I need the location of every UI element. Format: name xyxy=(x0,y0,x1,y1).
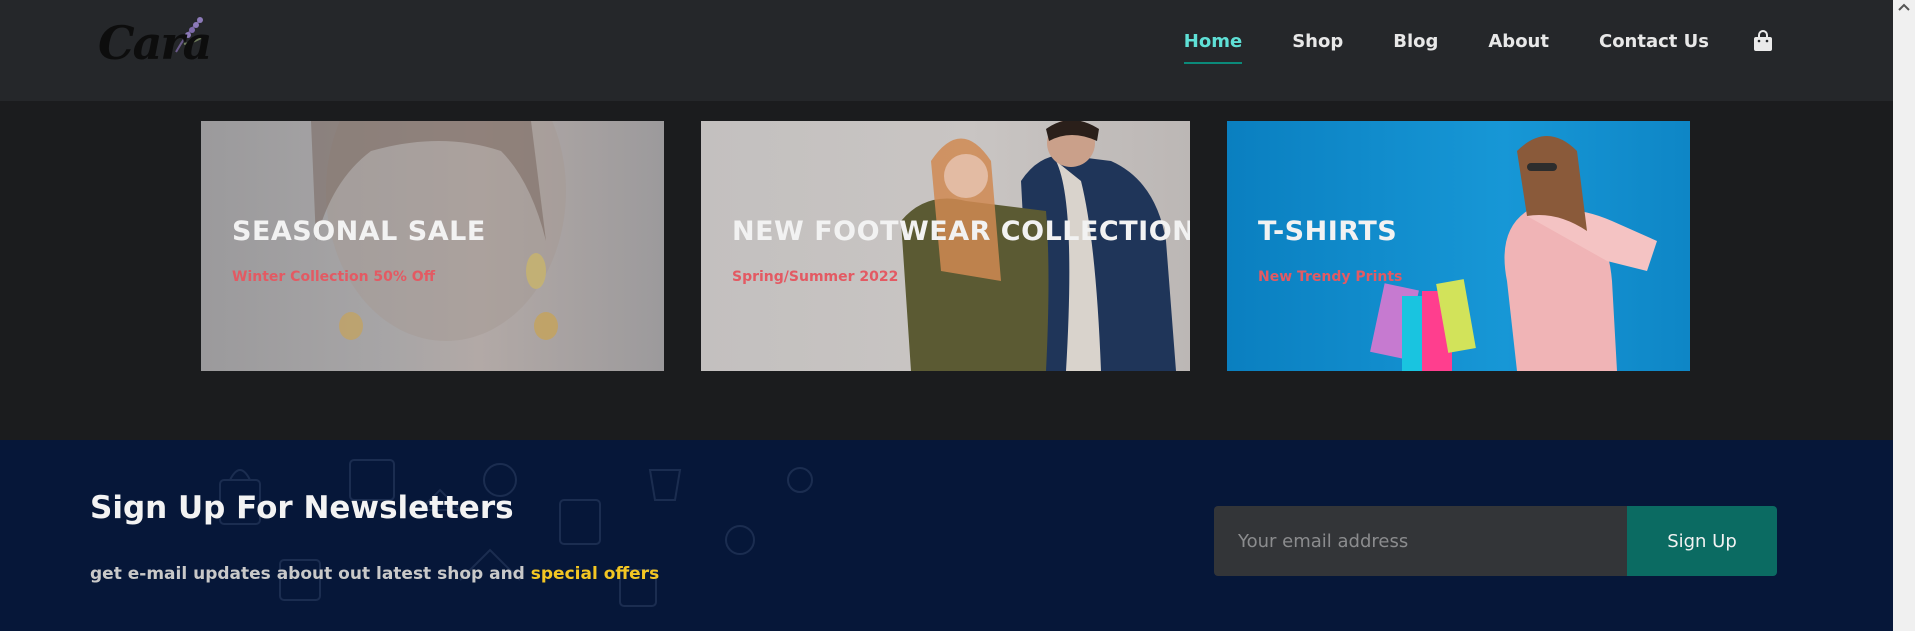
banner-title: SEASONAL SALE xyxy=(232,216,486,247)
logo-text: Cara xyxy=(98,16,212,70)
nav-shop[interactable]: Shop xyxy=(1292,31,1343,52)
newsletter-description: get e-mail updates about out latest shop… xyxy=(90,564,659,584)
banner-subtitle: Winter Collection 50% Off xyxy=(232,269,436,285)
shopping-pattern-background xyxy=(219,459,813,607)
banner-content: SEASONAL SALE Winter Collection 50% Off xyxy=(232,216,486,285)
main-nav: Home Shop Blog About Contact Us xyxy=(1183,30,1773,64)
banner-seasonal-sale[interactable]: SEASONAL SALE Winter Collection 50% Off xyxy=(201,121,664,371)
banner-title: NEW FOOTWEAR COLLECTION xyxy=(732,216,1190,247)
logo[interactable]: Cara xyxy=(96,12,226,72)
banner-section: SEASONAL SALE Winter Collection 50% Off … xyxy=(0,101,1893,440)
email-input[interactable] xyxy=(1214,506,1627,576)
nav-contact-us[interactable]: Contact Us xyxy=(1599,31,1709,52)
shopping-bag-icon[interactable] xyxy=(1753,30,1773,52)
banner-content: NEW FOOTWEAR COLLECTION Spring/Summer 20… xyxy=(732,216,1190,285)
banner-title: T-SHIRTS xyxy=(1258,216,1398,247)
special-offers-highlight: special offers xyxy=(530,564,660,584)
newsletter-form: Sign Up xyxy=(1214,506,1777,576)
newsletter-description-text: get e-mail updates about out latest shop… xyxy=(90,564,531,584)
banner-subtitle: Spring/Summer 2022 xyxy=(732,269,899,285)
newsletter-title: Sign Up For Newsletters xyxy=(90,490,514,526)
banner-t-shirts[interactable]: T-SHIRTS New Trendy Prints xyxy=(1227,121,1690,371)
newsletter-section: Sign Up For Newsletters get e-mail updat… xyxy=(0,440,1893,631)
banner-subtitle: New Trendy Prints xyxy=(1258,269,1403,285)
nav-blog[interactable]: Blog xyxy=(1393,31,1438,52)
banner-footwear-collection[interactable]: NEW FOOTWEAR COLLECTION Spring/Summer 20… xyxy=(701,121,1190,371)
nav-home[interactable]: Home xyxy=(1183,31,1243,64)
nav-about[interactable]: About xyxy=(1488,31,1549,52)
sign-up-button[interactable]: Sign Up xyxy=(1627,506,1777,576)
banner-content: T-SHIRTS New Trendy Prints xyxy=(1258,216,1402,285)
vertical-scrollbar[interactable] xyxy=(1893,0,1915,631)
scroll-up-arrow-icon[interactable] xyxy=(1897,2,1911,12)
site-header: Cara Home Shop Blog About Contact Us xyxy=(0,0,1893,101)
